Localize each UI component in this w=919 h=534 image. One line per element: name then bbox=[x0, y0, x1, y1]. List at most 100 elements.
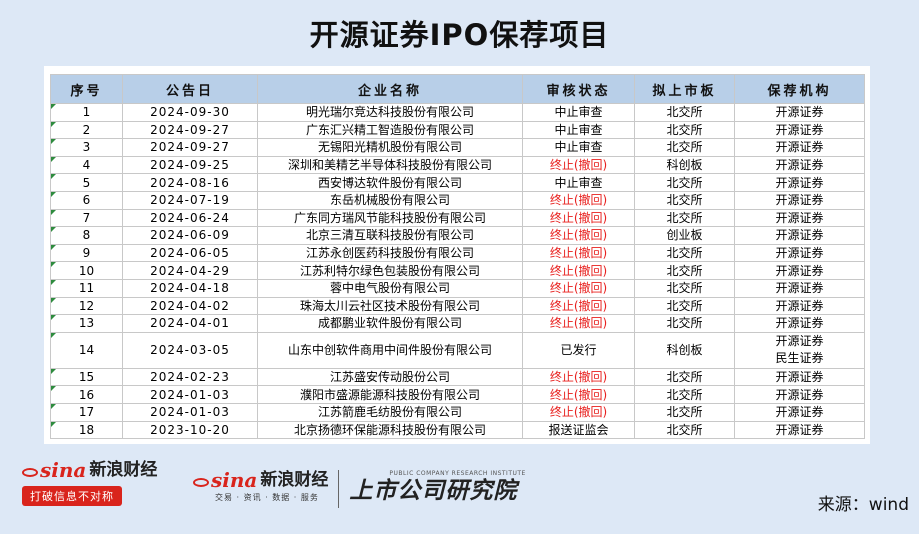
cell-date: 2024-01-03 bbox=[122, 385, 258, 404]
cell-no: 7 bbox=[50, 208, 123, 228]
cell-board: 北交所 bbox=[634, 103, 735, 122]
cell-date: 2024-04-01 bbox=[122, 314, 258, 333]
cell-date: 2024-09-30 bbox=[122, 103, 258, 122]
cell-no: 2 bbox=[50, 120, 123, 140]
cell-no: 1 bbox=[50, 103, 123, 122]
table-row: 17 2024-01-03 江苏箭鹿毛纺股份有限公司 终止(撤回) 北交所 开源证券 bbox=[50, 402, 865, 422]
col-header-no: 序号 bbox=[50, 74, 123, 104]
sponsor-name: 开源证券 bbox=[775, 140, 824, 155]
cell-company: 江苏利特尔绿色包装股份有限公司 bbox=[257, 261, 523, 280]
cell-company: 江苏箭鹿毛纺股份有限公司 bbox=[257, 402, 523, 422]
cell-date: 2024-06-24 bbox=[122, 208, 258, 228]
sponsor-name: 开源证券 bbox=[775, 175, 824, 190]
table-body: 1 2024-09-30 明光瑞尔竞达科技股份有限公司 中止审查 北交所 开源证券 2 202… bbox=[50, 103, 865, 440]
cell-board: 北交所 bbox=[634, 208, 735, 228]
table-row: 3 2024-09-27 无锡阳光精机股份有限公司 中止审查 北交所 开源证券 bbox=[50, 138, 865, 157]
institute-chinese-name: 上市公司研究院 bbox=[349, 477, 518, 504]
table-header-row: 序号 公告日 企业名称 审核状态 拟上市板 保荐机构 bbox=[50, 74, 865, 104]
sponsor-name: 开源证券 bbox=[775, 263, 824, 278]
table-row: 18 2023-10-20 北京扬德环保能源科技股份有限公司 报送证监会 北交所 开源证券 bbox=[50, 420, 865, 440]
cell-date: 2024-04-29 bbox=[122, 261, 258, 280]
table-row: 11 2024-04-18 蓉中电气股份有限公司 终止(撤回) 北交所 开源证券 bbox=[50, 278, 865, 298]
cell-status: 中止审查 bbox=[522, 103, 635, 122]
cell-date: 2024-04-02 bbox=[122, 296, 258, 316]
cell-no: 4 bbox=[50, 155, 123, 175]
cell-sponsor: 开源证券 bbox=[734, 367, 865, 387]
cell-board: 北交所 bbox=[634, 190, 735, 210]
cell-board: 北交所 bbox=[634, 385, 735, 404]
cell-board: 北交所 bbox=[634, 173, 735, 192]
cell-sponsor: 开源证券 bbox=[734, 138, 865, 157]
research-institute-logo: sina 新浪财经 交易 · 资讯 · 数据 · 服务 PUBLIC COMPA… bbox=[193, 470, 526, 508]
sponsor-name: 开源证券 bbox=[775, 405, 824, 420]
cell-status: 终止(撤回) bbox=[522, 296, 635, 316]
cell-status: 中止审查 bbox=[522, 138, 635, 157]
table-row: 8 2024-06-09 北京三清互联科技股份有限公司 终止(撤回) 创业板 开源证券 bbox=[50, 226, 865, 245]
table-card: 序号 公告日 企业名称 审核状态 拟上市板 保荐机构 1 2024-09-30 明光… bbox=[44, 66, 870, 444]
cell-sponsor: 开源证券 民生证券 bbox=[734, 331, 865, 369]
cell-board: 北交所 bbox=[634, 420, 735, 440]
cell-date: 2024-04-18 bbox=[122, 278, 258, 298]
cell-no: 17 bbox=[50, 402, 123, 422]
cell-status: 中止审查 bbox=[522, 120, 635, 140]
cell-date: 2024-02-23 bbox=[122, 367, 258, 387]
ipo-projects-table: 序号 公告日 企业名称 审核状态 拟上市板 保荐机构 1 2024-09-30 明光… bbox=[50, 74, 865, 440]
sina-finance-name: 新浪财经 bbox=[260, 470, 329, 490]
sponsor-name: 开源证券 bbox=[775, 334, 824, 349]
cell-board: 北交所 bbox=[634, 120, 735, 140]
table-row: 15 2024-02-23 江苏盛安传动股份公司 终止(撤回) 北交所 开源证券 bbox=[50, 367, 865, 387]
sponsor-name: 开源证券 bbox=[775, 210, 824, 225]
table-row: 14 2024-03-05 山东中创软件商用中间件股份有限公司 已发行 科创板 开源证券民… bbox=[50, 331, 865, 369]
cell-sponsor: 开源证券 bbox=[734, 420, 865, 440]
cell-board: 科创板 bbox=[634, 155, 735, 175]
cell-date: 2024-09-27 bbox=[122, 138, 258, 157]
cell-sponsor: 开源证券 bbox=[734, 261, 865, 280]
cell-date: 2024-09-25 bbox=[122, 155, 258, 175]
col-header-company: 企业名称 bbox=[257, 74, 523, 104]
sponsor-name: 开源证券 bbox=[775, 122, 824, 137]
cell-no: 13 bbox=[50, 314, 123, 333]
cell-sponsor: 开源证券 bbox=[734, 155, 865, 175]
cell-company: 成都鹏业软件股份有限公司 bbox=[257, 314, 523, 333]
cell-status: 终止(撤回) bbox=[522, 155, 635, 175]
cell-board: 科创板 bbox=[634, 331, 735, 369]
sponsor-name: 开源证券 bbox=[775, 193, 824, 208]
table-row: 2 2024-09-27 广东汇兴精工智造股份有限公司 中止审查 北交所 开源证券 bbox=[50, 120, 865, 140]
col-header-board: 拟上市板 bbox=[634, 74, 735, 104]
footer: sina 新浪财经 打破信息不对称 sina 新浪财经 交易 · 资讯 · 数据… bbox=[0, 452, 919, 534]
sponsor-name: 开源证券 bbox=[775, 158, 824, 173]
cell-sponsor: 开源证券 bbox=[734, 385, 865, 404]
cell-status: 终止(撤回) bbox=[522, 261, 635, 280]
cell-company: 广东同方瑞风节能科技股份有限公司 bbox=[257, 208, 523, 228]
cell-status: 已发行 bbox=[522, 331, 635, 369]
cell-no: 5 bbox=[50, 173, 123, 192]
cell-sponsor: 开源证券 bbox=[734, 190, 865, 210]
cell-date: 2024-03-05 bbox=[122, 331, 258, 369]
cell-no: 16 bbox=[50, 385, 123, 404]
cell-no: 12 bbox=[50, 296, 123, 316]
col-header-date: 公告日 bbox=[122, 74, 258, 104]
cell-board: 创业板 bbox=[634, 226, 735, 245]
cell-company: 蓉中电气股份有限公司 bbox=[257, 278, 523, 298]
sina-logo-text: sina bbox=[211, 468, 258, 492]
cell-company: 江苏盛安传动股份公司 bbox=[257, 367, 523, 387]
cell-status: 终止(撤回) bbox=[522, 367, 635, 387]
cell-no: 9 bbox=[50, 243, 123, 263]
cell-no: 15 bbox=[50, 367, 123, 387]
cell-company: 广东汇兴精工智造股份有限公司 bbox=[257, 120, 523, 140]
cell-no: 8 bbox=[50, 226, 123, 245]
cell-sponsor: 开源证券 bbox=[734, 173, 865, 192]
data-source: 来源：wind bbox=[817, 495, 909, 515]
cell-date: 2024-01-03 bbox=[122, 402, 258, 422]
cell-no: 11 bbox=[50, 278, 123, 298]
cell-date: 2024-06-05 bbox=[122, 243, 258, 263]
cell-company: 北京三清互联科技股份有限公司 bbox=[257, 226, 523, 245]
sponsor-name: 开源证券 bbox=[775, 422, 824, 437]
table-row: 10 2024-04-29 江苏利特尔绿色包装股份有限公司 终止(撤回) 北交所 开源证券 bbox=[50, 261, 865, 280]
cell-company: 深圳和美精艺半导体科技股份有限公司 bbox=[257, 155, 523, 175]
logo-divider bbox=[338, 470, 340, 508]
col-header-sponsor: 保荐机构 bbox=[734, 74, 865, 104]
table-row: 9 2024-06-05 江苏永创医药科技股份有限公司 终止(撤回) 北交所 开源证券 bbox=[50, 243, 865, 263]
sina-services-tagline: 交易 · 资讯 · 数据 · 服务 bbox=[215, 493, 319, 502]
page-title: 开源证券IPO保荐项目 bbox=[309, 18, 610, 52]
